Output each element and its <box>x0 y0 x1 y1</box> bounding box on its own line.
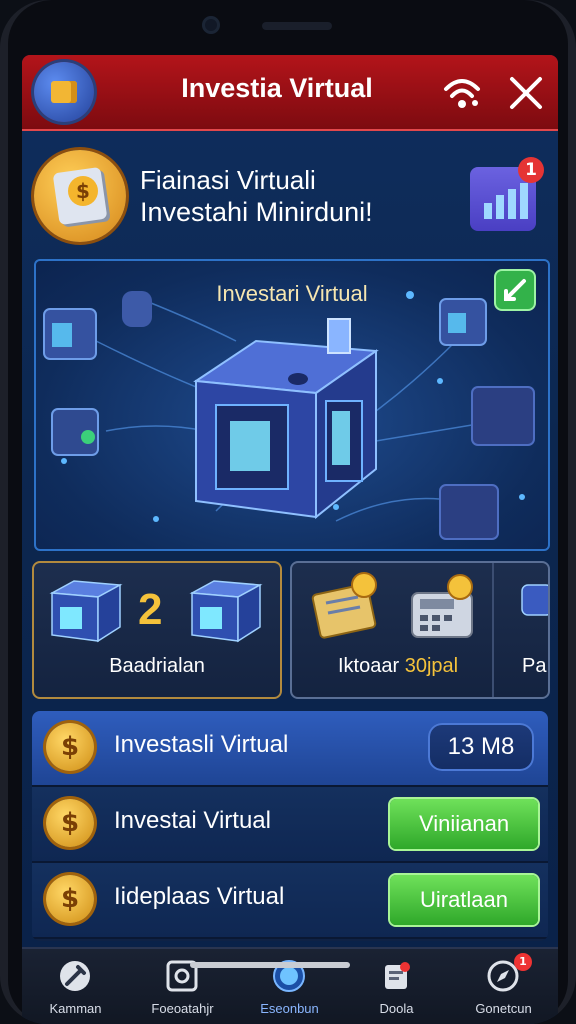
tools-icon <box>60 961 90 991</box>
nav-item-eseonbun[interactable]: Eseonbun <box>236 949 343 1024</box>
invest-button[interactable]: Uiratlaan <box>390 875 538 925</box>
bottom-navigation: Kamman Foeoatahjr Eseonbun Doola 1 Gonet… <box>22 947 558 1024</box>
front-camera <box>202 16 220 34</box>
certificate-calculator-icon <box>311 572 548 639</box>
card-divider <box>492 563 494 697</box>
cube-count: 2 <box>138 585 163 634</box>
value-badge: 13 M8 <box>428 723 534 771</box>
stats-row: 2 Baadrialan Iktoaar 30jpal Pa <box>32 561 550 699</box>
stat-card-label: Baadrialan <box>109 655 205 677</box>
coin-icon: $ <box>46 799 94 847</box>
earpiece-speaker <box>262 22 332 30</box>
notification-badge: 1 <box>514 953 532 971</box>
list-item[interactable]: $ Investasli Virtual 13 M8 <box>32 711 548 787</box>
document-icon <box>385 962 410 989</box>
nav-item-gonetcun[interactable]: 1 Gonetcun <box>450 949 557 1024</box>
phone-frame: Investia Virtual $ Fiainasi Virtuali Inv… <box>0 0 576 1024</box>
stat-card-3-label-partial: Pa <box>522 655 547 677</box>
home-indicator[interactable] <box>190 962 350 968</box>
nav-item-foeoatahjr[interactable]: Foeoatahjr <box>129 949 236 1024</box>
nav-item-doola[interactable]: Doola <box>343 949 450 1024</box>
wallet-coin-icon: $ <box>34 150 126 242</box>
check-icon <box>504 279 526 301</box>
intro-card: $ Fiainasi Virtuali Investahi Minirduni!… <box>32 143 548 247</box>
app-logo-icon[interactable] <box>34 62 94 122</box>
list-item: $ Investai Virtual Viniianan <box>32 787 548 863</box>
intro-line-1: Fiainasi Virtuali <box>140 165 316 195</box>
hero-panel: Investari Virtual <box>34 259 550 551</box>
close-icon[interactable] <box>506 73 546 113</box>
nav-label: Gonetcun <box>475 1001 532 1016</box>
list-item: $ Iideplaas Virtual Uiratlaan <box>32 863 548 939</box>
nav-item-kamman[interactable]: Kamman <box>22 949 129 1024</box>
app-screen: Investia Virtual $ Fiainasi Virtuali Inv… <box>22 55 558 1024</box>
coin-stack-icon: $ <box>46 875 94 923</box>
invest-button[interactable]: Viniianan <box>390 799 538 849</box>
nav-label: Doola <box>379 1001 414 1016</box>
stat-card-cubes[interactable]: 2 Baadrialan <box>32 561 282 699</box>
title-bar: Investia Virtual <box>22 55 558 131</box>
nav-label: Kamman <box>49 1001 102 1016</box>
list-item-label: Iideplaas Virtual <box>114 883 285 910</box>
nav-label: Foeoatahjr <box>151 1001 214 1016</box>
hero-title: Investari Virtual <box>216 281 368 306</box>
stat-card-2-label: Iktoaar 30jpal <box>338 655 459 677</box>
list-item-label: Investai Virtual <box>114 807 271 834</box>
investment-list: $ Investasli Virtual 13 M8 $ Investai Vi… <box>32 711 548 941</box>
intro-line-2: Investahi Minirduni! <box>140 197 373 227</box>
wifi-icon[interactable] <box>442 73 482 111</box>
list-item-label: Investasli Virtual <box>114 731 289 758</box>
coin-icon: $ <box>46 723 94 771</box>
nav-label: Eseonbun <box>260 1001 319 1016</box>
notification-badge: 1 <box>518 157 544 183</box>
app-title: Investia Virtual <box>181 73 373 103</box>
confirm-button[interactable] <box>496 271 534 309</box>
stat-card-calculator[interactable]: Iktoaar 30jpal Pa <box>290 561 550 699</box>
